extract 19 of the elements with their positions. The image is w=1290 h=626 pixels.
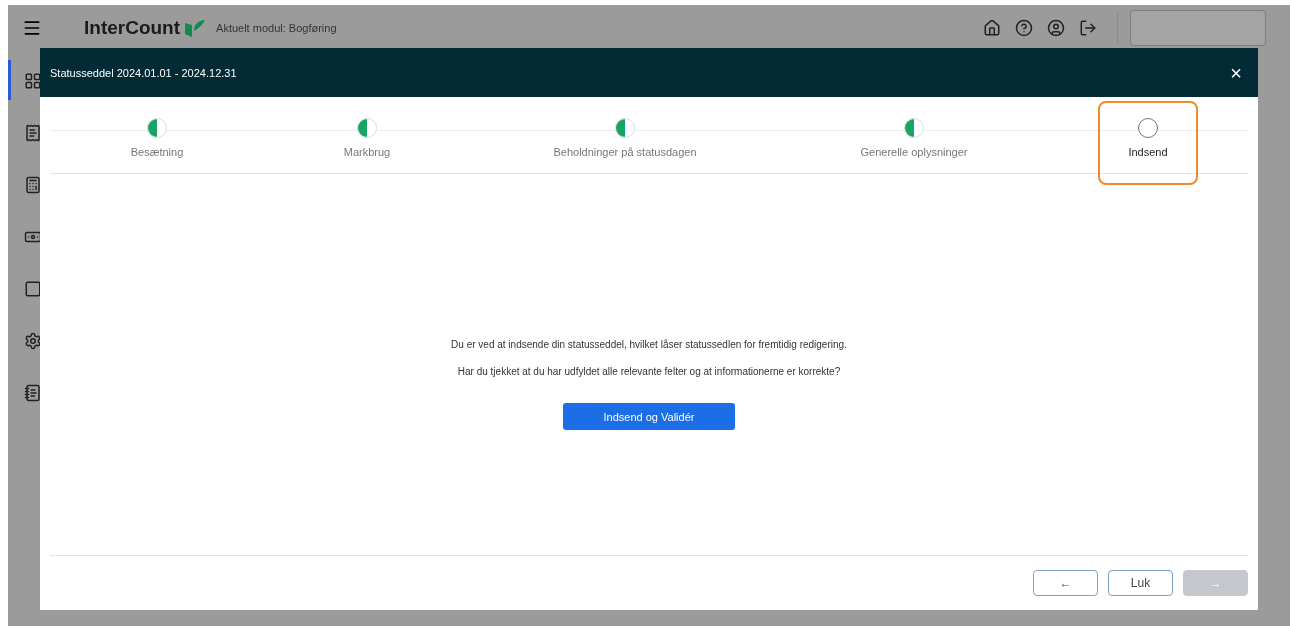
step-tab[interactable]: Beholdninger på statusdagen [523,101,727,185]
step-label: Beholdninger på statusdagen [553,146,697,158]
step-tab[interactable]: Generelle oplysninger [830,101,998,185]
brand-name: InterCount [84,16,181,39]
step-label: Markbrug [343,146,391,158]
dialog-title: Statusseddel 2024.01.01 - 2024.12.31 [50,66,237,79]
footer-button[interactable]: Luk [1108,570,1173,596]
step-label: Indsend [1128,146,1168,158]
message-text: Du er ved at indsende din statusseddel, hvilket låser statussedlen for fremtidig redigering. [451,339,847,350]
step-tab[interactable]: Markbrug [313,101,421,185]
close-button[interactable]: × [1230,62,1242,83]
step-label: Generelle oplysninger [860,146,968,158]
step-label: Besætning [130,146,184,158]
step-tab[interactable]: Besætning [100,101,214,185]
submit-button[interactable]: Indsend og Validér [563,403,735,430]
message-text: Har du tjekket at du har udfyldet alle relevante felter og at informationerne er korrekte? [457,366,841,377]
current-module: Aktuelt modul: Bogføring [216,21,337,34]
step-tab[interactable]: Indsend [1098,101,1198,185]
footer-button[interactable]: ← [1033,570,1098,596]
